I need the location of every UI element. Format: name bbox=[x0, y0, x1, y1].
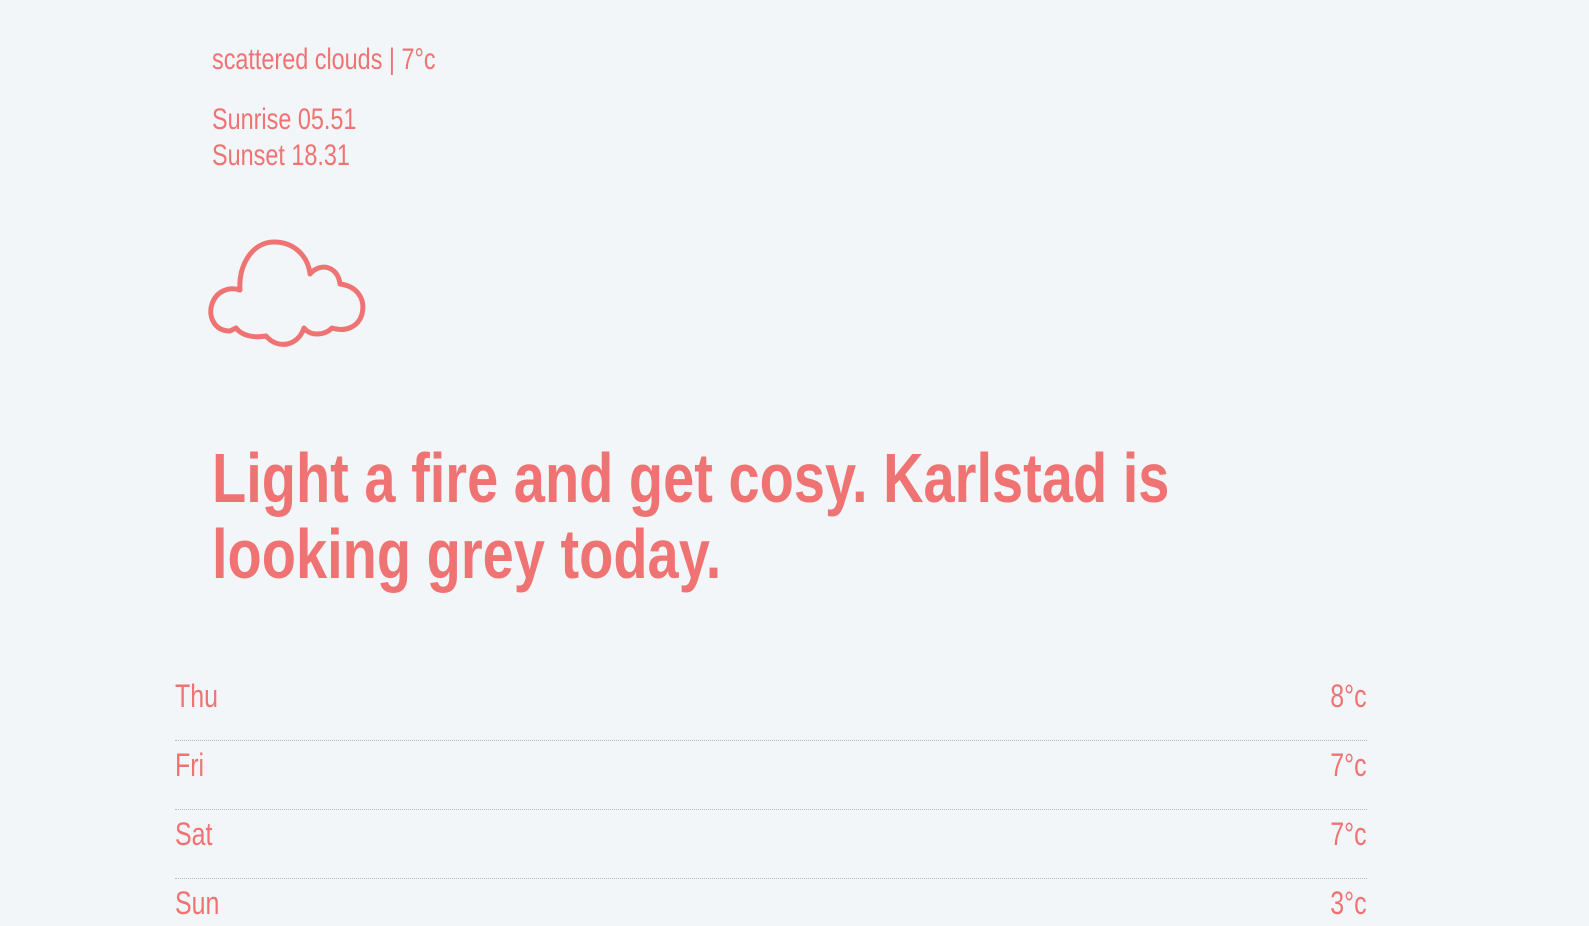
sun-times: Sunrise 05.51 Sunset 18.31 bbox=[212, 102, 356, 174]
forecast-temp: 7°c bbox=[1330, 816, 1367, 852]
forecast-day: Sat bbox=[175, 816, 213, 852]
forecast-day: Sun bbox=[175, 885, 220, 921]
forecast-temp: 8°c bbox=[1330, 678, 1367, 714]
forecast-row: Thu 8°c bbox=[175, 672, 1367, 741]
forecast-temp: 7°c bbox=[1330, 747, 1367, 783]
forecast-temp: 3°c bbox=[1330, 885, 1367, 921]
current-summary: scattered clouds | 7°c bbox=[212, 43, 436, 76]
forecast-day: Thu bbox=[175, 678, 219, 714]
forecast-row: Fri 7°c bbox=[175, 741, 1367, 810]
forecast-row: Sat 7°c bbox=[175, 810, 1367, 879]
sunrise-time: Sunrise 05.51 bbox=[212, 103, 357, 136]
forecast-day: Fri bbox=[175, 747, 205, 783]
headline: Light a fire and get cosy. Karlstad is l… bbox=[212, 439, 1170, 593]
sunset-time: Sunset 18.31 bbox=[212, 139, 350, 172]
forecast-row: Sun 3°c bbox=[175, 879, 1367, 926]
cloud-icon bbox=[208, 239, 366, 347]
weather-page: scattered clouds | 7°c Sunrise 05.51 Sun… bbox=[0, 0, 1589, 926]
forecast-list: Thu 8°c Fri 7°c Sat 7°c Sun 3°c bbox=[175, 672, 1367, 926]
